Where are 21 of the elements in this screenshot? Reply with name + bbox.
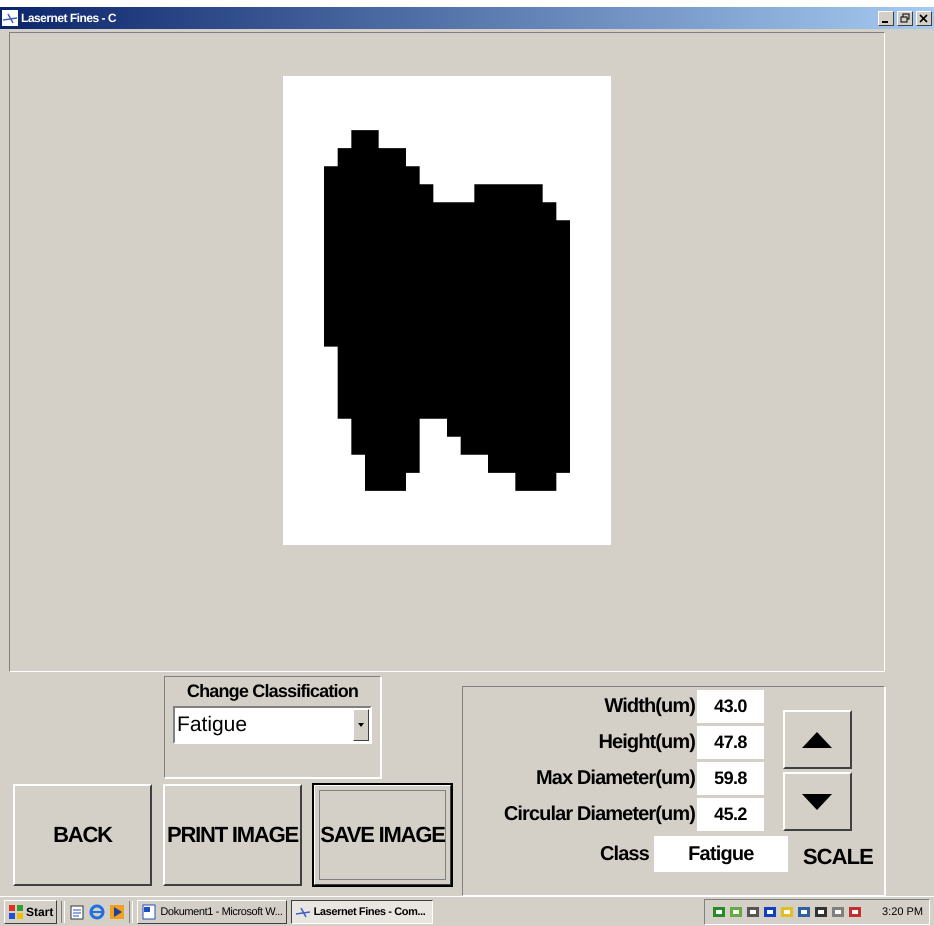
measurement-label: Circular Diameter(um)	[502, 803, 696, 826]
class-value: Fatigue	[654, 836, 788, 872]
measurement-label: Width(um)	[603, 695, 696, 718]
taskbar-task[interactable]: Lasernet Fines - Com...	[290, 900, 433, 924]
measurement-value: 45.2	[697, 798, 764, 831]
window-title: Lasernet Fines - C	[21, 11, 118, 25]
measurement-value: 59.8	[697, 762, 764, 795]
clock: 3:20 PM	[882, 906, 923, 918]
group-label: Change Classification	[186, 681, 358, 702]
measurement-value: 47.8	[697, 726, 764, 759]
scale-label: SCALE	[802, 844, 873, 870]
action-button[interactable]: SAVE IMAGE	[313, 784, 452, 886]
class-label: Class	[600, 842, 650, 866]
taskbar-task[interactable]: Dokument1 - Microsoft W...	[137, 900, 287, 924]
measurement-label: Height(um)	[597, 731, 696, 754]
measurement-label: Max Diameter(um)	[535, 767, 696, 790]
classification-dropdown[interactable]: Fatigue	[173, 706, 372, 744]
action-button[interactable]: PRINT IMAGE	[163, 784, 302, 886]
start-button[interactable]: Start	[4, 900, 58, 924]
measurement-value: 43.0	[697, 690, 764, 723]
action-button[interactable]: BACK	[13, 784, 152, 886]
